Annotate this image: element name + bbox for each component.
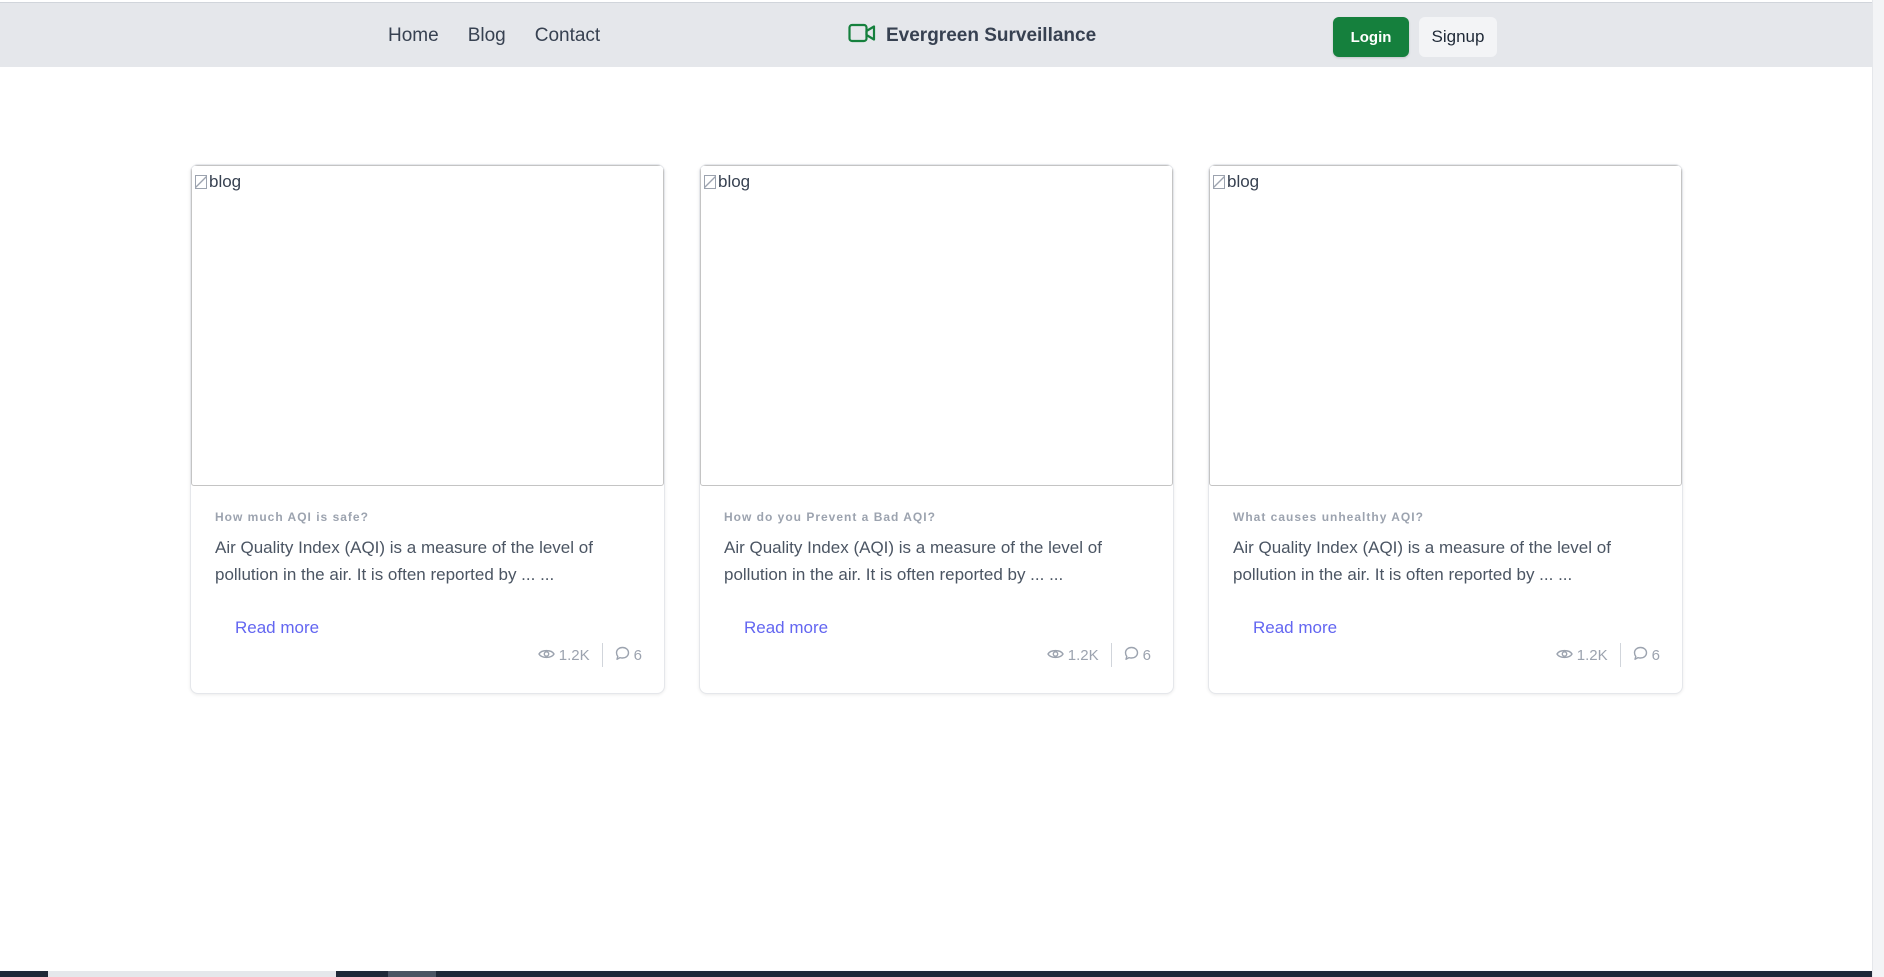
blog-card-stats: 1.2K 6 <box>1555 643 1660 667</box>
read-more-link[interactable]: Read more <box>235 618 319 638</box>
views-count: 1.2K <box>558 646 590 664</box>
blog-card-list: blog How much AQI is safe? Air Quality I… <box>190 164 1683 694</box>
blog-card: blog How do you Prevent a Bad AQI? Air Q… <box>699 164 1174 694</box>
nav-link-contact[interactable]: Contact <box>535 25 600 47</box>
image-alt-text: blog <box>704 172 750 192</box>
blog-card-excerpt: Air Quality Index (AQI) is a measure of … <box>1233 538 1611 584</box>
nav-link-blog[interactable]: Blog <box>468 25 506 47</box>
blog-card-stats: 1.2K 6 <box>1046 643 1151 667</box>
comments-count: 6 <box>1651 646 1660 664</box>
views-count: 1.2K <box>1576 646 1608 664</box>
nav-links: Home Blog Contact <box>388 3 600 68</box>
blog-card-image: blog <box>1209 165 1682 486</box>
blog-card-body: What causes unhealthy AQI? Air Quality I… <box>1209 486 1682 588</box>
blog-card-category: How much AQI is safe? <box>215 510 369 524</box>
taskbar-item[interactable] <box>388 971 436 977</box>
broken-image-icon <box>704 175 716 189</box>
login-button[interactable]: Login <box>1333 17 1409 57</box>
blog-card-category: How do you Prevent a Bad AQI? <box>724 510 936 524</box>
read-more-link[interactable]: Read more <box>1253 618 1337 638</box>
video-camera-icon <box>848 23 876 48</box>
broken-image-icon <box>1213 175 1225 189</box>
blog-card-body: How do you Prevent a Bad AQI? Air Qualit… <box>700 486 1173 588</box>
blog-card-body: How much AQI is safe? Air Quality Index … <box>191 486 664 588</box>
comments-stat: 6 <box>603 643 642 667</box>
taskbar <box>0 971 1872 977</box>
views-stat: 1.2K <box>537 643 603 667</box>
comments-stat: 6 <box>1621 643 1660 667</box>
blog-card-stats: 1.2K 6 <box>537 643 642 667</box>
comments-count: 6 <box>633 646 642 664</box>
nav-link-home[interactable]: Home <box>388 25 439 47</box>
read-more-link[interactable]: Read more <box>744 618 828 638</box>
comments-stat: 6 <box>1112 643 1151 667</box>
blog-card-image: blog <box>700 165 1173 486</box>
blog-card: blog How much AQI is safe? Air Quality I… <box>190 164 665 694</box>
comment-icon <box>1124 646 1139 665</box>
views-stat: 1.2K <box>1555 643 1621 667</box>
comment-icon <box>615 646 630 665</box>
blog-card: blog What causes unhealthy AQI? Air Qual… <box>1208 164 1683 694</box>
navbar: Home Blog Contact Evergreen Surveillance… <box>0 2 1872 67</box>
eye-icon <box>1555 647 1573 664</box>
blog-card-image: blog <box>191 165 664 486</box>
broken-image-icon <box>195 175 207 189</box>
window-scrollbar[interactable] <box>1872 0 1884 977</box>
blog-card-excerpt: Air Quality Index (AQI) is a measure of … <box>215 538 593 584</box>
comment-icon <box>1633 646 1648 665</box>
taskbar-item[interactable] <box>48 971 336 977</box>
comments-count: 6 <box>1142 646 1151 664</box>
brand-name: Evergreen Surveillance <box>886 24 1097 46</box>
views-count: 1.2K <box>1067 646 1099 664</box>
signup-button[interactable]: Signup <box>1419 17 1497 57</box>
blog-card-excerpt: Air Quality Index (AQI) is a measure of … <box>724 538 1102 584</box>
image-alt-text: blog <box>195 172 241 192</box>
eye-icon <box>537 647 555 664</box>
image-alt-text: blog <box>1213 172 1259 192</box>
views-stat: 1.2K <box>1046 643 1112 667</box>
eye-icon <box>1046 647 1064 664</box>
nav-actions: Login Signup <box>1333 17 1497 57</box>
blog-card-category: What causes unhealthy AQI? <box>1233 510 1424 524</box>
brand-logo[interactable]: Evergreen Surveillance <box>848 3 1096 68</box>
